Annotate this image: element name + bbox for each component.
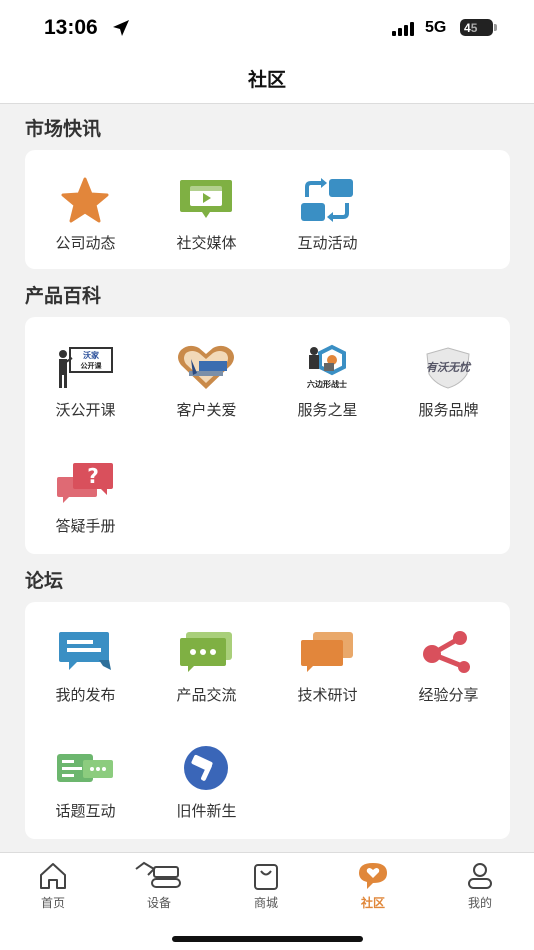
tile-my-posts[interactable]: 我的发布 (25, 606, 146, 716)
customer-care-icon (173, 343, 239, 391)
page-title: 社区 (247, 69, 286, 91)
hammer-icon (173, 744, 239, 792)
tab-label: 社区 (360, 896, 385, 910)
card-forum: 我的发布 产品交流 技术研讨 经验分享 话题互动 旧件新生 (25, 602, 510, 839)
location-arrow-icon (113, 20, 129, 36)
tile-label: 沃公开课 (55, 401, 116, 419)
tab-label: 我的 (467, 896, 492, 910)
question-chat-icon: ? (52, 459, 118, 507)
service-brand-icon: 有沃无忧 (415, 343, 481, 391)
tile-label: 经验分享 (418, 686, 479, 704)
signal-icon (392, 22, 418, 36)
tile-experience-sharing[interactable]: 经验分享 (388, 606, 509, 716)
card-product-wiki: 沃家 公开课 沃公开课 客户关爱 六边形战士 服务之星 有沃无忧 服务品牌 ? … (25, 317, 510, 554)
tile-label: 技术研讨 (297, 686, 358, 704)
open-class-icon-text-2: 公开课 (81, 361, 103, 370)
status-time: 13:06 (44, 16, 98, 39)
tab-equipment[interactable]: 设备 (106, 853, 212, 917)
tile-label: 答疑手册 (55, 517, 116, 535)
tile-label: 话题互动 (55, 802, 116, 820)
my-post-icon (52, 628, 118, 676)
tile-service-star[interactable]: 六边形战士 服务之星 (267, 321, 388, 431)
tab-label: 设备 (146, 896, 171, 910)
tab-community[interactable]: 社区 (320, 853, 426, 917)
battery-tip (494, 24, 497, 31)
chat-dots-icon (173, 628, 239, 676)
tile-topic-interaction[interactable]: 话题互动 (25, 722, 146, 832)
tile-interactive-events[interactable]: 互动活动 (267, 154, 388, 264)
tile-label: 服务之星 (297, 401, 358, 419)
tile-service-brand[interactable]: 有沃无忧 服务品牌 (388, 321, 509, 431)
tile-customer-care[interactable]: 客户关爱 (146, 321, 267, 431)
service-brand-icon-text: 有沃无忧 (426, 361, 472, 374)
status-bar: 13:06 5G 45 (0, 0, 534, 56)
user-icon (468, 863, 492, 889)
svg-text:?: ? (87, 464, 99, 488)
open-class-icon-text-1: 沃家 (83, 350, 100, 360)
tile-label: 互动活动 (297, 234, 358, 252)
open-class-icon: 沃家 公开课 (52, 343, 118, 391)
tile-social-media[interactable]: 社交媒体 (146, 154, 267, 264)
battery-level-rest: 5 (470, 20, 478, 35)
excavator-icon (135, 861, 181, 888)
tile-label: 我的发布 (55, 686, 116, 704)
tile-old-parts-renewal[interactable]: 旧件新生 (146, 722, 267, 832)
tab-label: 商城 (253, 896, 278, 910)
share-icon (415, 628, 481, 676)
nav-bar: 社区 (0, 56, 534, 104)
section-title-market-news: 市场快讯 (25, 118, 102, 140)
discussion-icon (294, 628, 360, 676)
tab-mall[interactable]: 商城 (213, 853, 319, 917)
tile-company-news[interactable]: 公司动态 (25, 154, 146, 264)
tab-mine[interactable]: 我的 (427, 853, 533, 917)
tile-open-class[interactable]: 沃家 公开课 沃公开课 (25, 321, 146, 431)
tile-label: 旧件新生 (176, 802, 237, 820)
shopping-bag-icon (254, 864, 278, 890)
tile-label: 公司动态 (55, 234, 116, 252)
refresh-arrows-icon (294, 176, 360, 224)
tile-product-exchange[interactable]: 产品交流 (146, 606, 267, 716)
tile-label: 客户关爱 (176, 401, 237, 419)
tab-label: 首页 (40, 896, 65, 910)
tile-tech-discussion[interactable]: 技术研讨 (267, 606, 388, 716)
star-icon (52, 176, 118, 224)
home-indicator (172, 936, 363, 942)
section-title-forum: 论坛 (25, 570, 64, 592)
topic-chat-icon (52, 744, 118, 792)
tab-home[interactable]: 首页 (0, 853, 106, 917)
tile-label: 服务品牌 (418, 401, 479, 419)
card-market-news: 公司动态 社交媒体 互动活动 (25, 150, 510, 269)
home-icon (40, 863, 66, 889)
community-icon (359, 863, 387, 889)
tile-faq-manual[interactable]: ? 答疑手册 (25, 437, 146, 547)
tile-label: 社交媒体 (176, 234, 237, 252)
network-label: 5G (425, 19, 447, 36)
section-title-product-wiki: 产品百科 (25, 285, 102, 307)
battery-level: 4 (464, 20, 471, 35)
tile-label: 产品交流 (176, 686, 237, 704)
service-star-icon: 六边形战士 (294, 343, 360, 391)
video-icon (173, 176, 239, 224)
battery-icon: 45 (460, 19, 493, 36)
service-star-icon-text: 六边形战士 (307, 379, 347, 389)
